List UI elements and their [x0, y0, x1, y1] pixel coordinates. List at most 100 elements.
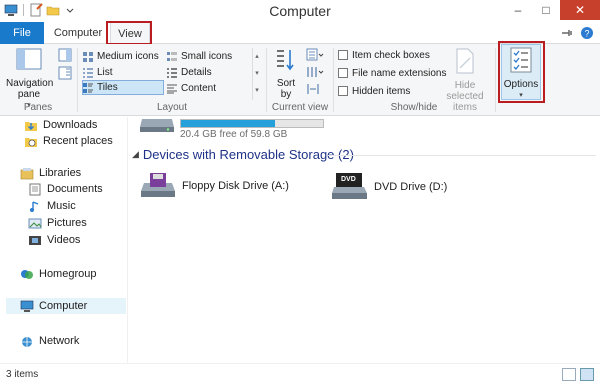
pin-icon[interactable]: [560, 26, 574, 40]
layout-item-label: List: [97, 67, 113, 78]
group-by-icon[interactable]: [306, 48, 324, 62]
list-icon: [83, 67, 93, 78]
ribbon-options: ?: [560, 26, 594, 40]
nav-item-label: Documents: [47, 183, 103, 195]
details-pane-icon[interactable]: [58, 66, 72, 80]
nav-item-label: Libraries: [39, 167, 82, 179]
ribbon-divider: [495, 48, 496, 112]
checkbox-label: File name extensions: [352, 67, 447, 79]
checkbox-box[interactable]: [338, 86, 348, 96]
ribbon-divider: [77, 48, 78, 112]
device-floppy[interactable]: Floppy Disk Drive (A:): [140, 173, 289, 199]
status-item-count: 3 items: [6, 369, 39, 380]
nav-item-computer[interactable]: Computer: [6, 298, 126, 314]
add-columns-icon[interactable]: [306, 65, 324, 79]
nav-item-pictures[interactable]: Pictures: [28, 215, 87, 231]
homegroup-icon: [21, 269, 33, 279]
layout-group-label: Layout: [156, 102, 188, 113]
tiles-icon: [83, 82, 93, 93]
nav-item-documents[interactable]: Documents: [28, 181, 103, 197]
nav-item-label: Videos: [47, 234, 81, 246]
content-icon: [167, 84, 177, 93]
layout-small-icons[interactable]: Small icons: [167, 49, 245, 64]
nav-item-label: Music: [47, 200, 76, 212]
nav-item-label: Downloads: [43, 119, 98, 131]
main-content: 20.4 GB free of 59.8 GB ◢ Devices with R…: [128, 117, 600, 363]
nav-item-network[interactable]: Network: [20, 333, 79, 349]
drive-usage-fill: [181, 120, 275, 127]
layout-content[interactable]: Content: [167, 81, 245, 96]
drive-free-space: 20.4 GB free of 59.8 GB: [180, 129, 288, 140]
panes-group-label: Panes: [23, 102, 53, 113]
details-icon: [167, 67, 177, 78]
recent-places-icon: [25, 137, 37, 147]
tiles-view-button[interactable]: [580, 368, 594, 381]
view-tab-highlight: [106, 21, 152, 45]
hidden-items-checkbox[interactable]: Hidden items: [338, 84, 410, 98]
sort-by-icon: [277, 50, 294, 71]
status-bar: 3 items: [0, 363, 600, 386]
videos-icon: [29, 235, 41, 245]
device-label: Floppy Disk Drive (A:): [182, 180, 289, 192]
sort-by-button[interactable]: Sort by: [272, 48, 300, 100]
tab-file[interactable]: File: [0, 22, 44, 44]
tab-computer[interactable]: Computer: [49, 22, 107, 44]
current-view-group-label: Current view: [271, 102, 329, 113]
small-icons-icon: [167, 51, 177, 61]
minimize-button[interactable]: –: [504, 0, 532, 20]
nav-item-label: Homegroup: [39, 268, 97, 280]
help-icon[interactable]: ?: [580, 26, 594, 40]
sort-by-label-2: by: [280, 89, 292, 100]
nav-item-label: Recent places: [43, 135, 113, 147]
size-columns-icon[interactable]: [306, 82, 324, 96]
section-header-removable[interactable]: ◢ Devices with Removable Storage (2): [132, 147, 354, 162]
preview-pane-icon[interactable]: [58, 48, 72, 62]
device-label: DVD Drive (D:): [374, 181, 448, 193]
file-name-extensions-checkbox[interactable]: File name extensions: [338, 66, 447, 80]
nav-item-recent-places[interactable]: Recent places: [24, 133, 113, 149]
checkbox-box[interactable]: [338, 50, 348, 60]
layout-gallery-scroll[interactable]: ▴ ▾ ▾: [252, 48, 261, 100]
medium-icons-icon: [83, 51, 93, 62]
nav-item-videos[interactable]: Videos: [28, 232, 80, 248]
navigation-pane-label-2: pane: [17, 89, 41, 100]
section-title: Devices with Removable Storage (2): [142, 147, 354, 162]
layout-item-label: Details: [181, 67, 212, 78]
local-disk-icon[interactable]: [140, 117, 176, 133]
nav-item-label: Pictures: [47, 217, 87, 229]
layout-item-label: Medium icons: [97, 51, 159, 62]
nav-item-libraries[interactable]: Libraries: [20, 165, 81, 181]
documents-icon: [29, 183, 41, 195]
layout-item-label: Tiles: [97, 82, 118, 93]
maximize-button[interactable]: □: [532, 0, 560, 20]
navigation-pane-icon: [16, 48, 42, 70]
nav-item-homegroup[interactable]: Homegroup: [20, 266, 96, 282]
item-check-boxes-checkbox[interactable]: Item check boxes: [338, 48, 430, 62]
drive-usage-bar: [180, 119, 324, 128]
nav-item-music[interactable]: Music: [28, 198, 76, 214]
ribbon-divider: [266, 48, 267, 112]
section-divider: [328, 155, 596, 156]
pictures-icon: [28, 218, 42, 228]
sort-by-label-1: Sort: [276, 78, 296, 89]
svg-text:?: ?: [584, 29, 589, 39]
device-dvd[interactable]: DVD DVD Drive (D:): [332, 173, 447, 201]
layout-list[interactable]: List: [83, 65, 163, 80]
layout-item-label: Content: [181, 83, 217, 94]
layout-details[interactable]: Details: [167, 65, 245, 80]
close-button[interactable]: ✕: [560, 0, 600, 20]
layout-tiles[interactable]: Tiles: [82, 80, 164, 95]
view-switcher: [562, 368, 594, 381]
nav-item-label: Network: [39, 335, 80, 347]
hide-selected-items-icon: [456, 48, 474, 74]
music-icon: [30, 200, 39, 212]
title-bar: Computer – □ ✕: [0, 0, 600, 22]
collapse-chevron-icon[interactable]: ◢: [132, 149, 139, 160]
network-icon: [22, 336, 32, 347]
computer-icon: [20, 300, 34, 312]
checkbox-label: Item check boxes: [352, 49, 430, 61]
nav-item-downloads[interactable]: Downloads: [24, 117, 97, 133]
checkbox-box[interactable]: [338, 68, 348, 78]
details-view-button[interactable]: [562, 368, 576, 381]
layout-medium-icons[interactable]: Medium icons: [83, 49, 163, 64]
